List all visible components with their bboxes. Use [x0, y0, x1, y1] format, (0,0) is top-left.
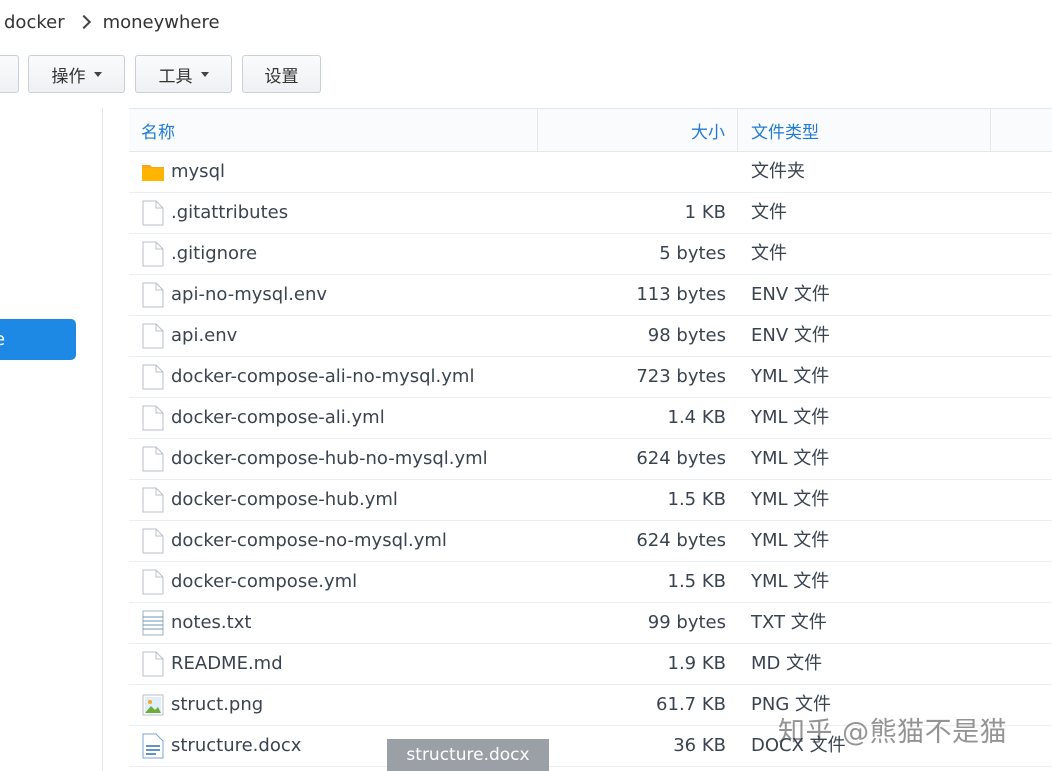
tooltip: structure.docx [387, 739, 549, 771]
file-size: 1.4 KB [667, 407, 727, 428]
file-icon [141, 528, 164, 554]
file-row[interactable]: docker-compose-ali-no-mysql.yml 723 bytes… [129, 357, 1052, 398]
file-row[interactable]: docker-compose.yml 1.5 KB YML 文件 [129, 562, 1052, 603]
file-icon [141, 241, 164, 267]
text-file-icon [141, 610, 164, 636]
file-size: 624 bytes [636, 530, 726, 551]
breadcrumb-item-moneywhere[interactable]: moneywhere [103, 12, 220, 33]
file-row[interactable]: .gitattributes 1 KB 文件 [129, 193, 1052, 234]
file-type: YML 文件 [751, 448, 830, 469]
tools-button-label: 工具 [158, 66, 193, 87]
file-type: YML 文件 [751, 489, 830, 510]
file-name: api-no-mysql.env [171, 284, 328, 305]
caret-down-icon [200, 71, 209, 77]
sidebar: e [0, 108, 103, 771]
file-icon [141, 651, 164, 677]
action-button[interactable]: 操作 [28, 55, 125, 93]
file-row[interactable]: api.env 98 bytes ENV 文件 [129, 316, 1052, 357]
file-row[interactable]: docker-compose-no-mysql.yml 624 bytes YML … [129, 521, 1052, 562]
file-row[interactable]: .gitignore 5 bytes 文件 [129, 234, 1052, 275]
file-name: struct.png [171, 694, 264, 715]
file-type: YML 文件 [751, 366, 830, 387]
toolbar: 操作 工具 设置 [0, 44, 1052, 108]
file-size: 624 bytes [636, 448, 726, 469]
file-name: docker-compose-no-mysql.yml [171, 530, 447, 551]
file-name: structure.docx [171, 735, 302, 756]
watermark: 知乎 @熊猫不是猫 [778, 717, 1008, 748]
file-name: docker-compose-hub-no-mysql.yml [171, 448, 488, 469]
file-name: docker-compose.yml [171, 571, 358, 592]
file-size: 1.9 KB [667, 653, 727, 674]
breadcrumb: docker moneywhere [0, 0, 1052, 45]
file-name: notes.txt [171, 612, 252, 633]
file-size: 1.5 KB [667, 571, 727, 592]
file-size: 36 KB [673, 735, 726, 756]
file-size: 98 bytes [647, 325, 726, 346]
file-list-header: 名称 大小 文件类型 [129, 108, 1052, 152]
file-type: ENV 文件 [751, 325, 830, 346]
file-icon [141, 200, 164, 226]
file-list: 名称 大小 文件类型 mysql 文件夹 .gitattributes 1 KB 文件.… [129, 108, 1052, 767]
file-name: .gitattributes [171, 202, 289, 223]
settings-button[interactable]: 设置 [242, 55, 321, 93]
file-icon [141, 282, 164, 308]
file-row[interactable]: docker-compose-hub-no-mysql.yml 624 bytes… [129, 439, 1052, 480]
file-row[interactable]: api-no-mysql.env 113 bytes ENV 文件 [129, 275, 1052, 316]
file-type: 文件 [751, 202, 787, 223]
file-icon [141, 446, 164, 472]
file-row[interactable]: docker-compose-ali.yml 1.4 KB YML 文件 [129, 398, 1052, 439]
file-name: README.md [171, 653, 283, 674]
file-type: 文件 [751, 243, 787, 264]
action-button-label: 操作 [51, 66, 86, 87]
file-size: 1.5 KB [667, 489, 727, 510]
file-name: docker-compose-hub.yml [171, 489, 398, 510]
file-size: 99 bytes [647, 612, 726, 633]
file-name: .gitignore [171, 243, 258, 264]
create-button[interactable] [0, 55, 19, 93]
folder-icon [141, 159, 164, 185]
sidebar-item-selected[interactable]: e [0, 319, 76, 360]
file-type: YML 文件 [751, 407, 830, 428]
chevron-right-icon [76, 14, 91, 30]
image-file-icon [141, 692, 164, 718]
file-size: 5 bytes [659, 243, 726, 264]
settings-button-label: 设置 [264, 66, 299, 87]
file-size: 1 KB [684, 202, 726, 223]
file-row[interactable]: README.md 1.9 KB MD 文件 [129, 644, 1052, 685]
tools-button[interactable]: 工具 [135, 55, 232, 93]
file-icon [141, 405, 164, 431]
file-size: 723 bytes [636, 366, 726, 387]
file-size: 61.7 KB [656, 694, 726, 715]
sidebar-item-label: e [0, 329, 5, 350]
file-name: api.env [171, 325, 238, 346]
file-row[interactable]: docker-compose-hub.yml 1.5 KB YML 文件 [129, 480, 1052, 521]
file-type: 文件夹 [751, 161, 805, 182]
file-name: docker-compose-ali.yml [171, 407, 385, 428]
file-type: MD 文件 [751, 653, 823, 674]
file-type: YML 文件 [751, 571, 830, 592]
breadcrumb-item-docker[interactable]: docker [0, 12, 65, 33]
file-icon [141, 487, 164, 513]
column-header-type[interactable]: 文件类型 [738, 109, 991, 151]
file-icon [141, 323, 164, 349]
file-type: ENV 文件 [751, 284, 830, 305]
file-icon [141, 569, 164, 595]
file-row[interactable]: notes.txt 99 bytes TXT 文件 [129, 603, 1052, 644]
file-icon [141, 364, 164, 390]
file-name: mysql [171, 161, 225, 182]
file-name: docker-compose-ali-no-mysql.yml [171, 366, 475, 387]
column-header-size[interactable]: 大小 [538, 109, 738, 151]
caret-down-icon [93, 71, 102, 77]
file-row[interactable]: mysql 文件夹 [129, 152, 1052, 193]
file-type: YML 文件 [751, 530, 830, 551]
column-header-name[interactable]: 名称 [129, 109, 538, 151]
document-file-icon [141, 733, 164, 759]
file-size: 113 bytes [636, 284, 726, 305]
file-type: TXT 文件 [751, 612, 827, 633]
